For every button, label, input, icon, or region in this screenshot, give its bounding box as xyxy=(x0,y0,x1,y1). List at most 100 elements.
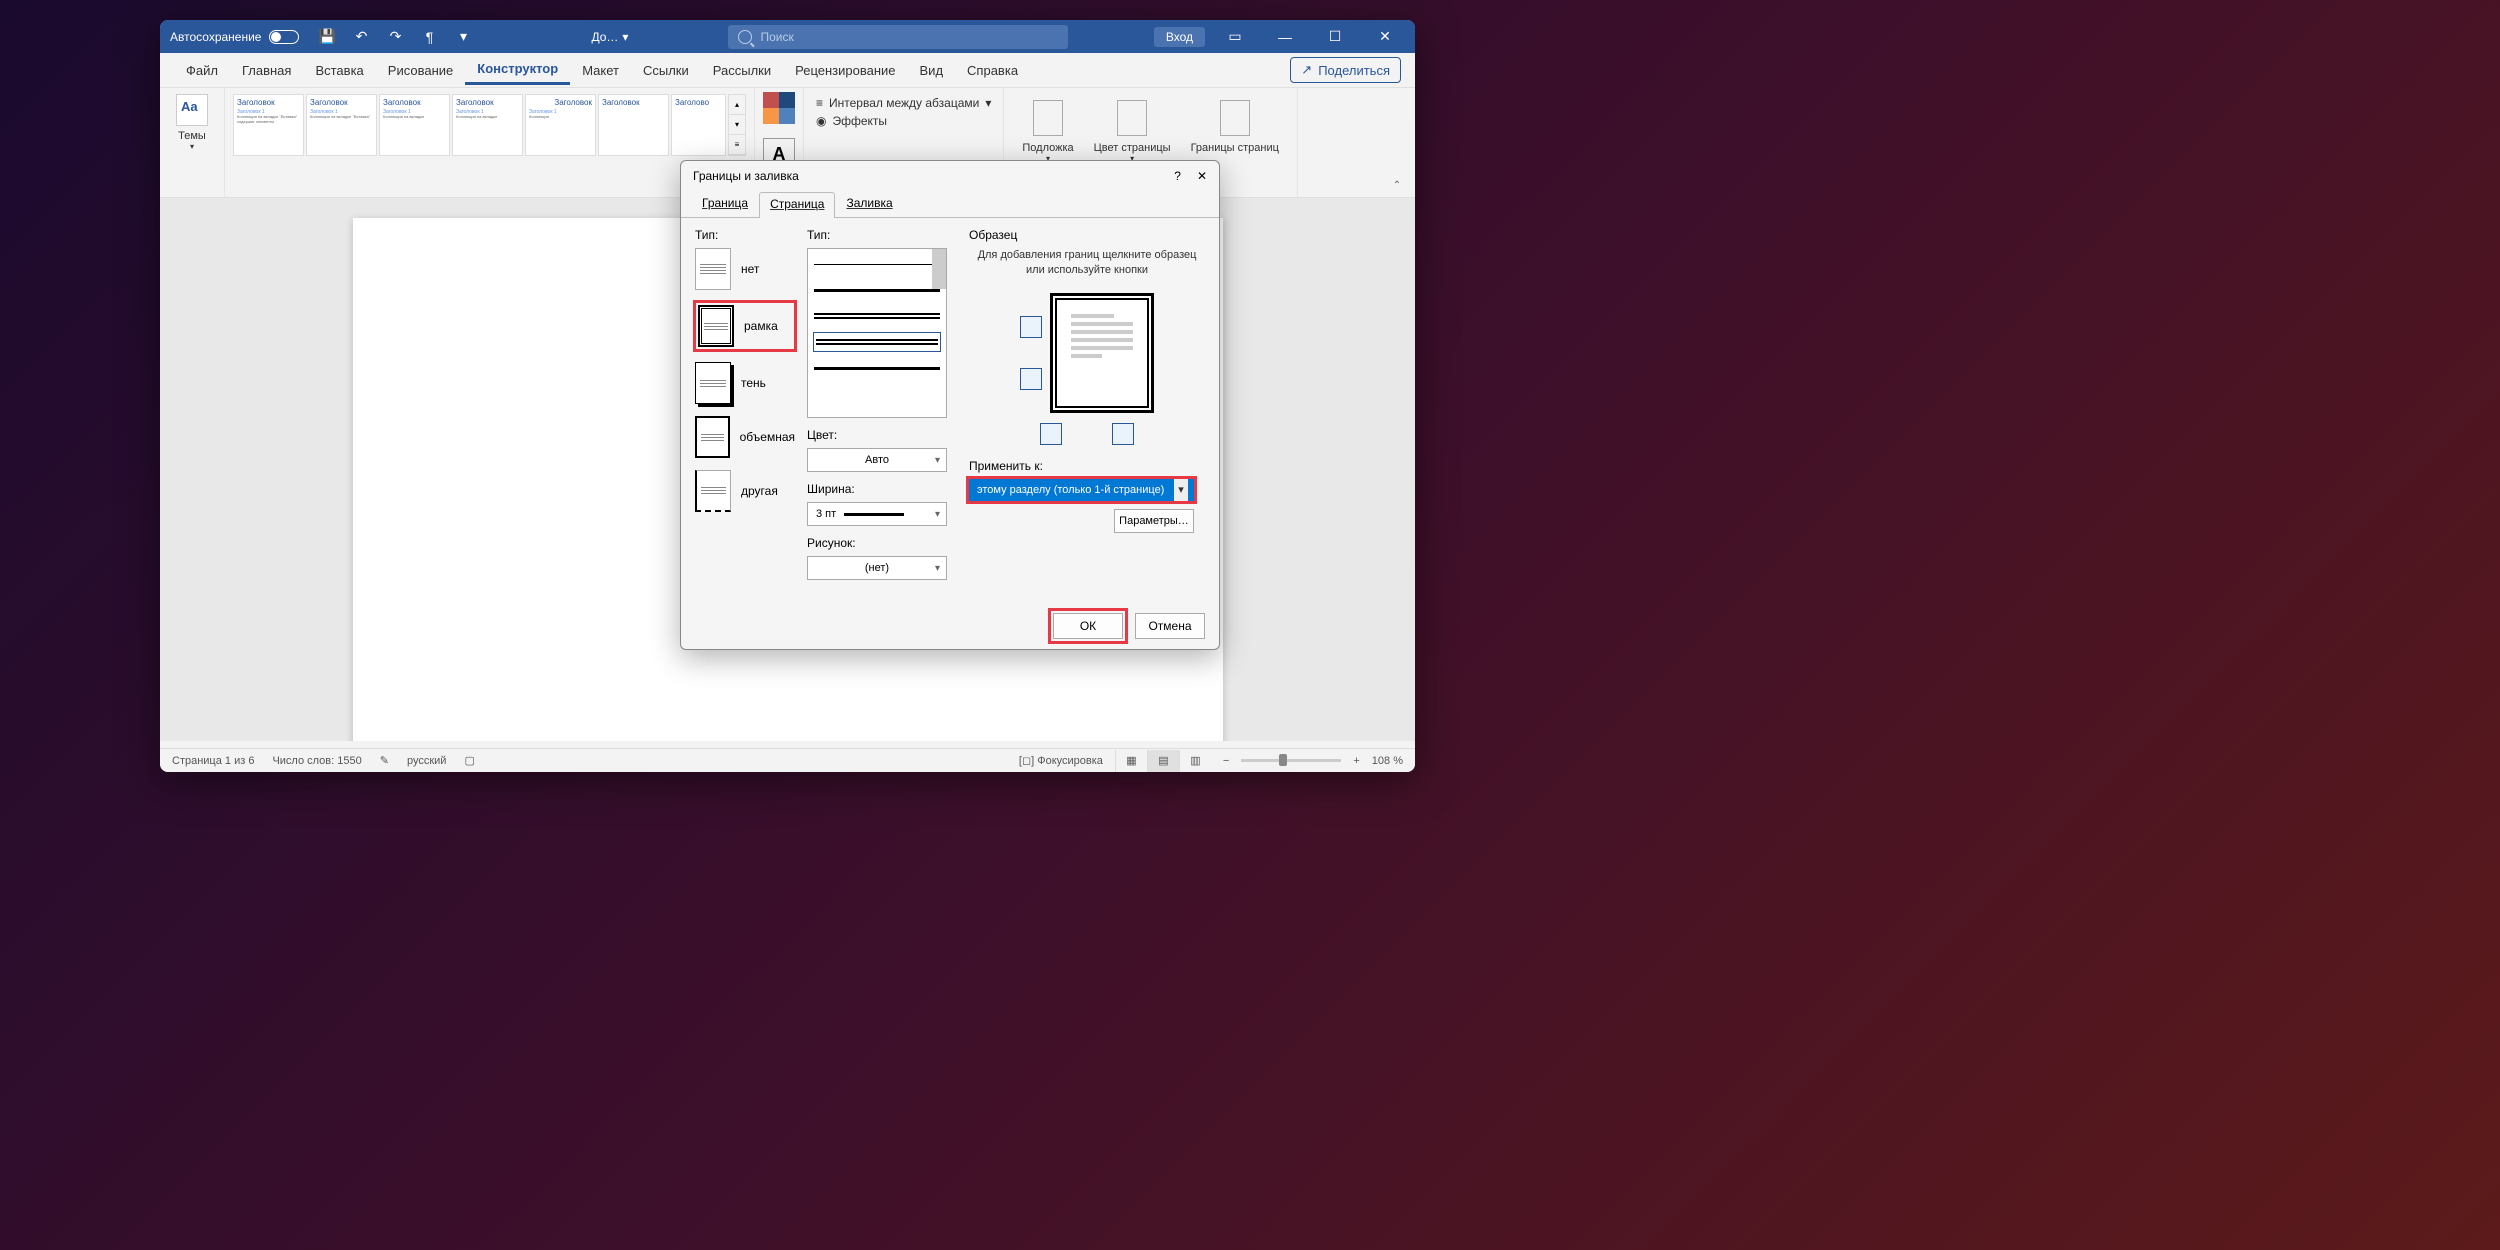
page-color-icon xyxy=(1117,100,1147,136)
style-set-item[interactable]: ЗаголовокЗаголовок 1Коллекция на вкладке xyxy=(379,94,450,156)
web-layout-icon[interactable]: ▥ xyxy=(1179,750,1211,772)
page-status[interactable]: Страница 1 из 6 xyxy=(172,755,254,767)
undo-icon[interactable]: ↶ xyxy=(353,29,369,45)
edge-right-button[interactable] xyxy=(1112,423,1134,445)
type-label: Тип: xyxy=(695,228,795,242)
preview-label: Образец xyxy=(969,228,1205,242)
login-button[interactable]: Вход xyxy=(1154,27,1205,47)
zoom-slider[interactable] xyxy=(1241,759,1341,762)
style-set-item[interactable]: ЗаголовокЗаголовок 1Коллекция на вкладке… xyxy=(306,94,377,156)
scrollbar-thumb[interactable] xyxy=(932,249,946,289)
preview-box[interactable] xyxy=(1050,293,1154,413)
tab-design[interactable]: Конструктор xyxy=(465,55,570,85)
edge-bottom-button[interactable] xyxy=(1020,368,1042,390)
zoom-in-icon[interactable]: + xyxy=(1353,755,1359,767)
colors-button[interactable] xyxy=(763,92,795,124)
line-style-item[interactable] xyxy=(814,255,940,273)
setting-box[interactable]: рамка xyxy=(695,302,795,350)
tab-insert[interactable]: Вставка xyxy=(303,57,375,84)
scroll-up-icon[interactable]: ▴ xyxy=(729,95,745,115)
3d-icon xyxy=(695,416,730,458)
style-gallery[interactable]: ЗаголовокЗаголовок 1Коллекция на вкладке… xyxy=(233,94,746,156)
line-style-item[interactable] xyxy=(814,333,940,351)
save-icon[interactable]: 💾 xyxy=(319,29,335,45)
expand-icon[interactable]: ≡ xyxy=(729,135,745,155)
accessibility-icon[interactable]: ▢ xyxy=(464,754,474,767)
maximize-icon[interactable]: ☐ xyxy=(1315,22,1355,52)
cancel-button[interactable]: Отмена xyxy=(1135,613,1205,639)
tab-file[interactable]: Файл xyxy=(174,57,230,84)
print-layout-icon[interactable]: ▤ xyxy=(1147,750,1179,772)
art-dropdown[interactable]: (нет) xyxy=(807,556,947,580)
style-set-item[interactable]: ЗаголовокЗаголовок 1Коллекция xyxy=(525,94,596,156)
setting-custom[interactable]: другая xyxy=(695,470,795,512)
document-title[interactable]: До… ▾ xyxy=(591,30,628,44)
shadow-icon xyxy=(695,362,731,404)
statusbar: Страница 1 из 6 Число слов: 1550 ✎ русск… xyxy=(160,748,1415,772)
tab-mailings[interactable]: Рассылки xyxy=(701,57,783,84)
tab-fill[interactable]: Заливка xyxy=(835,191,903,217)
autosave-label: Автосохранение xyxy=(170,30,261,44)
zoom-out-icon[interactable]: − xyxy=(1223,755,1229,767)
preview-column: Образец Для добавления границ щелкните о… xyxy=(969,228,1205,587)
style-list[interactable] xyxy=(807,248,947,418)
customize-qat-icon[interactable]: ▾ xyxy=(455,29,471,45)
themes-button[interactable]: Темы ▾ xyxy=(168,94,216,151)
color-label: Цвет: xyxy=(807,428,957,442)
page-borders-button[interactable]: Границы страниц xyxy=(1191,100,1279,163)
search-input[interactable]: Поиск xyxy=(728,25,1068,49)
line-style-item[interactable] xyxy=(814,307,940,325)
language-status[interactable]: русский xyxy=(407,755,446,767)
pilcrow-icon[interactable]: ¶ xyxy=(421,29,437,45)
tab-draw[interactable]: Рисование xyxy=(376,57,465,84)
line-style-item[interactable] xyxy=(814,359,940,377)
tab-view[interactable]: Вид xyxy=(908,57,956,84)
options-button[interactable]: Параметры… xyxy=(1114,509,1194,533)
setting-none[interactable]: нет xyxy=(695,248,795,290)
autosave-toggle[interactable]: Автосохранение xyxy=(170,30,299,44)
color-dropdown[interactable]: Авто xyxy=(807,448,947,472)
effects-button[interactable]: ◉Эффекты xyxy=(816,112,991,130)
zoom-level[interactable]: 108 % xyxy=(1372,755,1403,767)
tab-page[interactable]: Страница xyxy=(759,192,835,218)
ribbon-display-icon[interactable]: ▭ xyxy=(1215,22,1255,52)
edge-top-button[interactable] xyxy=(1020,316,1042,338)
close-icon[interactable]: ✕ xyxy=(1197,169,1207,183)
tab-border[interactable]: Граница xyxy=(691,191,759,217)
ok-button[interactable]: ОК xyxy=(1053,613,1123,639)
quick-access-toolbar: 💾 ↶ ↷ ¶ ▾ xyxy=(319,29,471,45)
tab-help[interactable]: Справка xyxy=(955,57,1030,84)
word-count[interactable]: Число слов: 1550 xyxy=(272,755,361,767)
setting-shadow[interactable]: тень xyxy=(695,362,795,404)
toggle-icon xyxy=(269,30,299,44)
tab-references[interactable]: Ссылки xyxy=(631,57,701,84)
spellcheck-icon[interactable]: ✎ xyxy=(380,754,389,767)
width-dropdown[interactable]: 3 пт xyxy=(807,502,947,526)
help-icon[interactable]: ? xyxy=(1174,169,1181,183)
setting-3d[interactable]: объемная xyxy=(695,416,795,458)
redo-icon[interactable]: ↷ xyxy=(387,29,403,45)
line-style-item[interactable] xyxy=(814,281,940,299)
read-mode-icon[interactable]: ▦ xyxy=(1115,750,1147,772)
themes-group: Темы ▾ xyxy=(160,88,225,197)
custom-icon xyxy=(695,470,731,512)
collapse-ribbon-icon[interactable]: ⌃ xyxy=(1387,177,1407,193)
scroll-down-icon[interactable]: ▾ xyxy=(729,115,745,135)
tab-layout[interactable]: Макет xyxy=(570,57,631,84)
apply-to-dropdown[interactable]: этому разделу (только 1-й странице) xyxy=(969,479,1194,501)
gallery-scroll[interactable]: ▴▾≡ xyxy=(728,94,746,156)
close-icon[interactable]: ✕ xyxy=(1365,22,1405,52)
tab-home[interactable]: Главная xyxy=(230,57,303,84)
minimize-icon[interactable]: — xyxy=(1265,22,1305,52)
style-set-item[interactable]: Заголовок xyxy=(598,94,669,156)
style-set-item[interactable]: ЗаголовокЗаголовок 1Коллекция на вкладке xyxy=(452,94,523,156)
tab-review[interactable]: Рецензирование xyxy=(783,57,907,84)
paragraph-spacing-button[interactable]: ≡Интервал между абзацами▾ xyxy=(816,94,991,112)
share-button[interactable]: ↗ Поделиться xyxy=(1290,57,1401,83)
page-color-button[interactable]: Цвет страницы▾ xyxy=(1094,100,1171,163)
focus-mode-button[interactable]: [◻] Фокусировка xyxy=(1019,754,1103,767)
style-set-item[interactable]: ЗаголовокЗаголовок 1Коллекция на вкладке… xyxy=(233,94,304,156)
edge-left-button[interactable] xyxy=(1040,423,1062,445)
style-set-item[interactable]: Заголово xyxy=(671,94,726,156)
watermark-button[interactable]: Подложка▾ xyxy=(1022,100,1073,163)
